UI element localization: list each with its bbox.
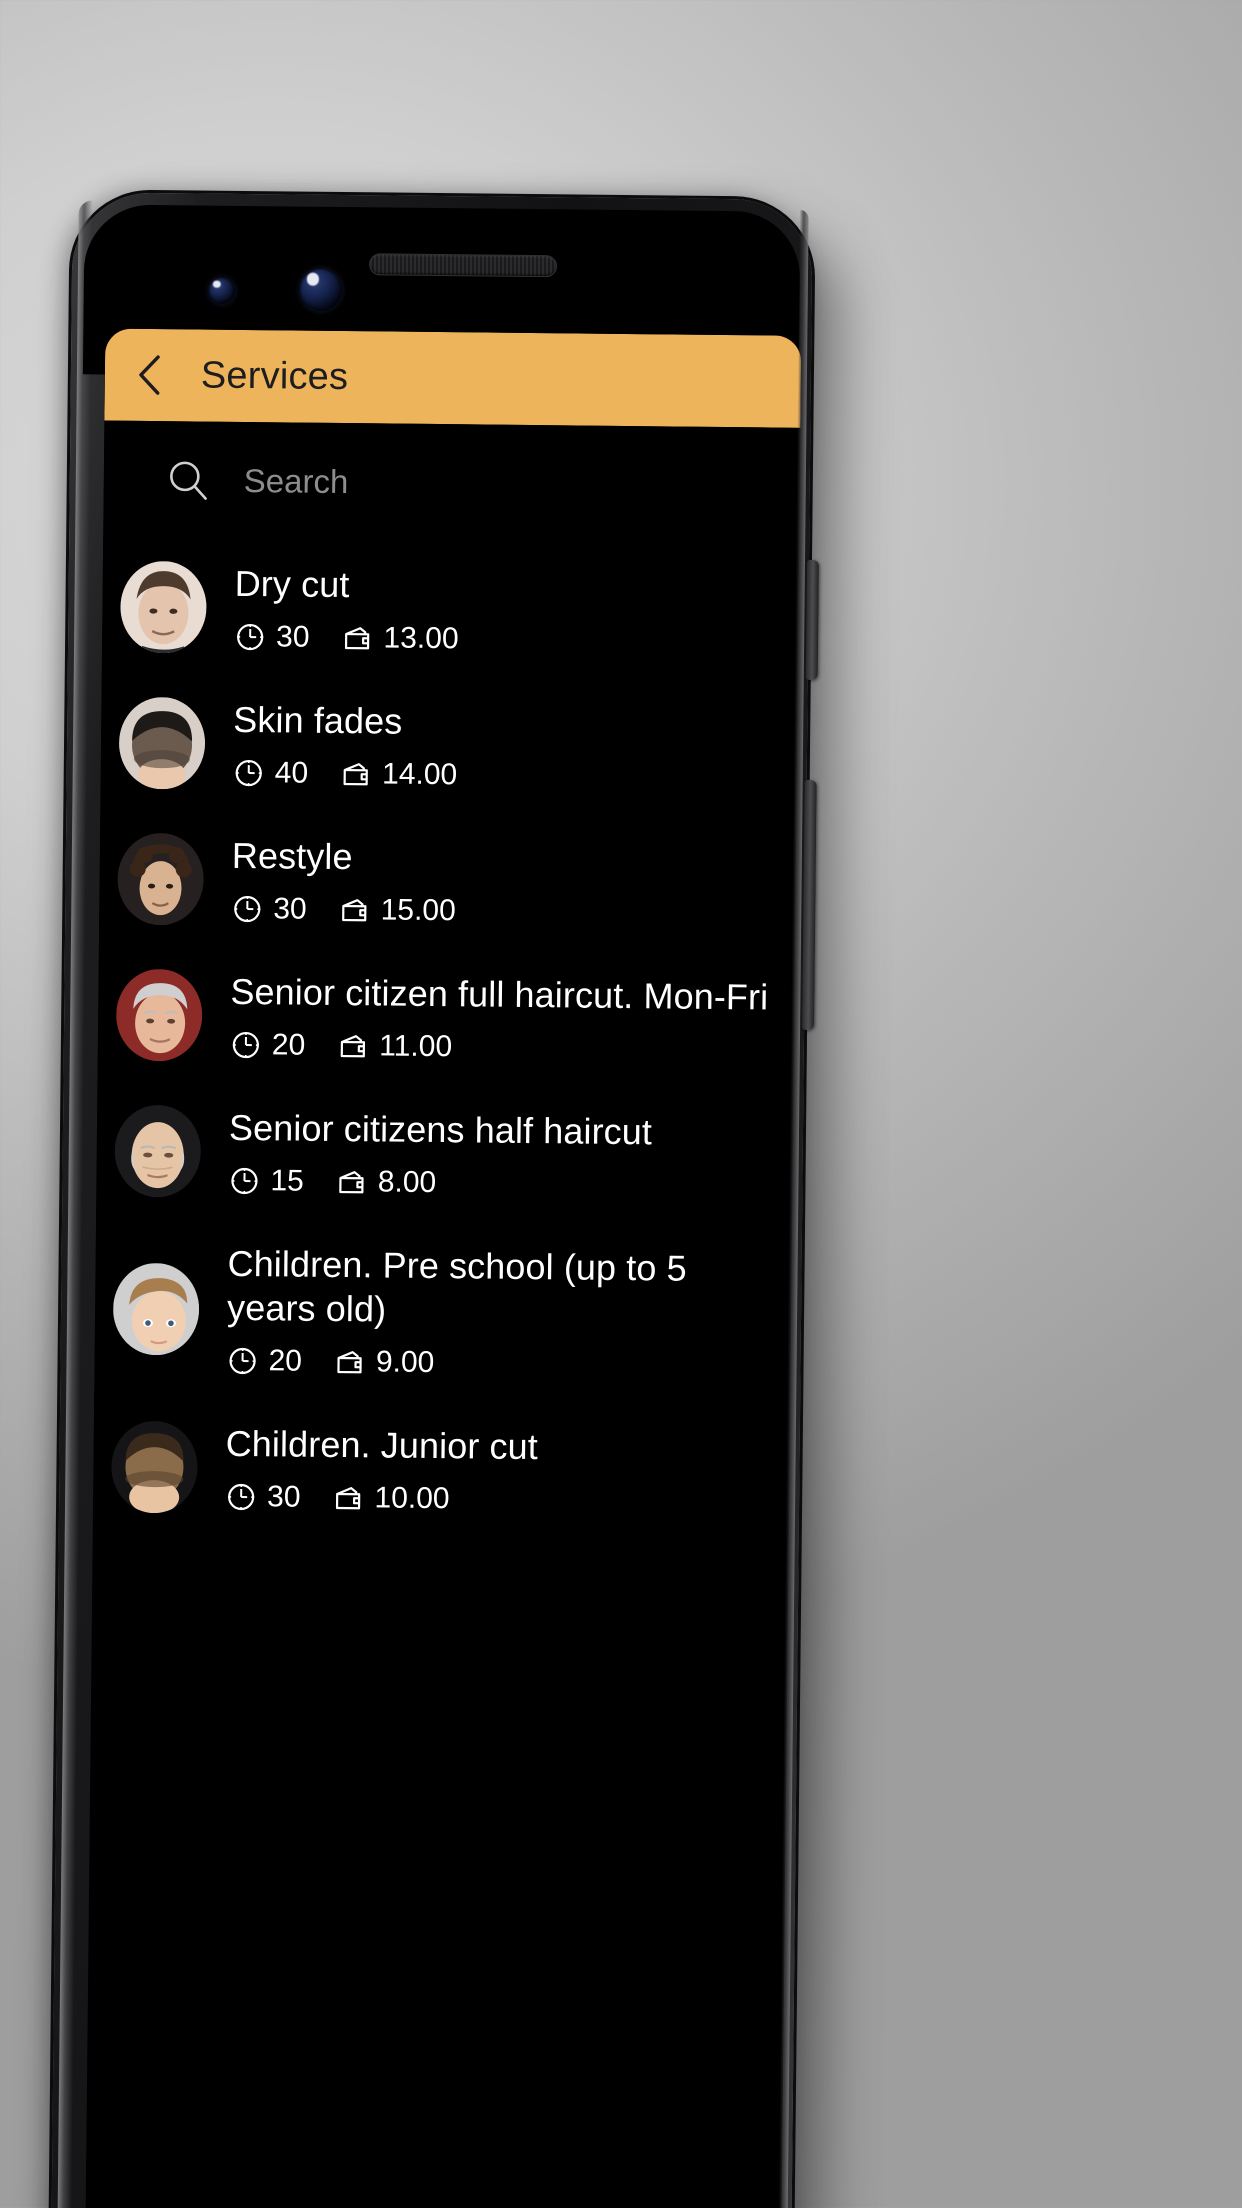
wallet-icon: [339, 1171, 364, 1194]
volume-button[interactable]: [802, 779, 817, 1030]
service-duration: 15: [270, 1164, 305, 1198]
service-meta: 20 9.00: [226, 1344, 766, 1384]
curly-hair-person-portrait-icon: [117, 832, 205, 926]
service-meta: 30 15.00: [231, 892, 771, 932]
clock-icon: [232, 1031, 259, 1059]
list-item[interactable]: Senior citizen full haircut. Mon-Fri 20: [97, 946, 794, 1089]
service-price: 11.00: [379, 1029, 453, 1064]
avatar: [118, 696, 206, 790]
avatar: [119, 560, 207, 654]
list-item[interactable]: Senior citizens half haircut 15 8.00: [96, 1082, 793, 1225]
avatar: [112, 1262, 200, 1356]
service-name: Children. Junior cut: [225, 1422, 539, 1468]
service-duration: 20: [271, 1028, 306, 1062]
service-price: 14.00: [381, 757, 458, 792]
service-meta: 30 13.00: [234, 620, 774, 660]
service-meta: 15 8.00: [228, 1164, 768, 1204]
list-item-body: Restyle 30 15.00: [231, 834, 772, 932]
man-dark-hair-portrait-icon: [119, 560, 207, 654]
search-icon: [170, 461, 207, 500]
avatar: [117, 832, 205, 926]
app-screen: Services Search Dry cut 30 13.00 Skin fa…: [85, 328, 802, 2208]
service-duration: 30: [266, 1480, 301, 1514]
page-title: Services: [200, 354, 349, 398]
wallet-icon: [337, 1351, 363, 1374]
power-button[interactable]: [805, 559, 819, 681]
service-name: Children. Pre school (up to 5 years old): [226, 1242, 687, 1330]
avatar: [110, 1420, 198, 1514]
service-duration: 40: [274, 756, 309, 790]
list-item-body: Senior citizens half haircut 15 8.00: [228, 1106, 769, 1204]
list-item-body: Dry cut 30 13.00: [234, 562, 775, 660]
service-price: 13.00: [383, 621, 459, 656]
wallet-icon: [343, 763, 369, 786]
service-meta: 20 11.00: [230, 1028, 770, 1068]
clock-icon: [231, 1167, 258, 1195]
list-item[interactable]: Restyle 30 15.00: [99, 811, 796, 954]
service-name: Dry cut: [234, 562, 350, 606]
service-name: Senior citizen full haircut. Mon-Fri: [230, 970, 769, 1018]
service-duration: 30: [273, 892, 307, 926]
clock-icon: [234, 895, 261, 923]
search-input[interactable]: [243, 461, 684, 505]
service-price: 15.00: [380, 893, 456, 928]
list-item[interactable]: Children. Junior cut 30 10.00: [93, 1398, 790, 1541]
service-duration: 30: [275, 620, 310, 654]
search-bar[interactable]: [103, 420, 801, 546]
boy-short-hair-back-of-head-icon: [110, 1420, 198, 1514]
avatar: [114, 1104, 202, 1198]
service-name: Restyle: [231, 834, 353, 878]
young-child-portrait-icon: [112, 1262, 200, 1356]
services-list: Dry cut 30 13.00 Skin fades 40 14.00 Res…: [92, 538, 800, 1542]
service-meta: 40 14.00: [233, 756, 773, 796]
elderly-bald-man-portrait-icon: [114, 1104, 202, 1198]
phone-device: Services Search Dry cut 30 13.00 Skin fa…: [51, 192, 819, 2208]
service-price: 10.00: [374, 1481, 450, 1516]
list-item-body: Skin fades 40 14.00: [233, 698, 774, 796]
clock-icon: [237, 623, 264, 651]
list-item-body: Children. Junior cut 30 10.00: [225, 1422, 766, 1520]
list-item-body: Senior citizen full haircut. Mon-Fri 20: [230, 970, 771, 1068]
back-button[interactable]: [135, 353, 165, 397]
list-item[interactable]: Children. Pre school (up to 5 years old)…: [94, 1218, 792, 1405]
chevron-left-icon: [139, 355, 160, 395]
avatar: [115, 968, 203, 1062]
wallet-icon: [345, 627, 370, 650]
list-item[interactable]: Skin fades 40 14.00: [100, 675, 797, 818]
list-item-body: Children. Pre school (up to 5 years old)…: [226, 1242, 767, 1384]
service-duration: 20: [268, 1344, 303, 1378]
clock-icon: [235, 759, 262, 787]
service-name: Skin fades: [233, 698, 403, 742]
clock-icon: [229, 1347, 256, 1375]
list-item[interactable]: Dry cut 30 13.00: [102, 539, 799, 682]
service-name: Senior citizens half haircut: [228, 1106, 653, 1153]
wallet-icon: [341, 1035, 366, 1058]
front-camera-icon: [208, 277, 235, 304]
service-price: 8.00: [377, 1165, 437, 1200]
app-bar: Services: [104, 328, 802, 428]
front-camera-secondary-icon: [299, 268, 343, 312]
wallet-icon: [336, 1487, 361, 1510]
service-meta: 30 10.00: [225, 1480, 765, 1520]
clock-icon: [228, 1483, 255, 1511]
elderly-man-grey-hair-portrait-icon: [115, 968, 203, 1062]
service-price: 9.00: [375, 1345, 435, 1380]
fade-haircut-back-of-head-icon: [118, 696, 206, 790]
wallet-icon: [342, 899, 367, 922]
earpiece-speaker-icon: [368, 253, 558, 278]
